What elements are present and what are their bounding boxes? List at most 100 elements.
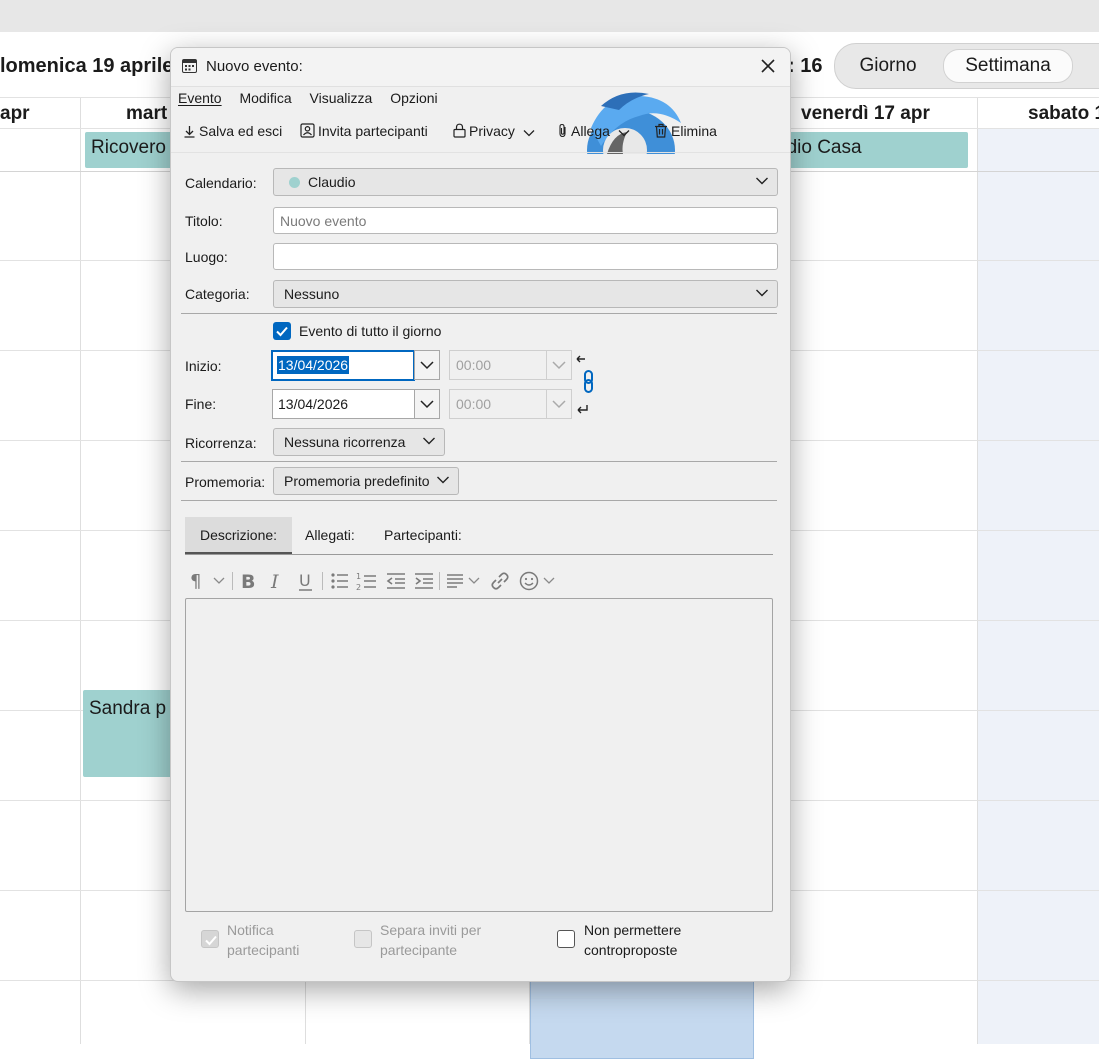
calendar-icon — [182, 59, 197, 73]
invite-attendees-button[interactable]: Invita partecipanti — [300, 123, 428, 139]
view-switcher: Giorno Settimana — [834, 43, 1099, 89]
day-header[interactable]: apr — [0, 103, 30, 125]
close-icon[interactable] — [758, 56, 778, 76]
svg-text:U: U — [299, 571, 311, 590]
calendar-select[interactable]: Claudio — [273, 168, 778, 196]
chevron-down-icon — [437, 476, 449, 484]
menu-visualizza[interactable]: Visualizza — [310, 90, 373, 106]
menu-opzioni[interactable]: Opzioni — [390, 90, 437, 106]
attach-button[interactable]: Allega — [557, 123, 633, 139]
indent-icon[interactable] — [413, 570, 435, 592]
calendar-color-dot — [289, 177, 300, 188]
start-label: Inizio: — [185, 358, 222, 374]
calendar-event[interactable]: Sandra p — [83, 690, 183, 777]
day-header[interactable]: mart — [126, 103, 167, 125]
toolbar-separator — [171, 152, 790, 153]
description-editor[interactable] — [185, 598, 773, 912]
attach-label: Allega — [571, 123, 610, 139]
calendar-value: Claudio — [308, 174, 356, 190]
svg-text:¶: ¶ — [190, 571, 201, 592]
separate-invites-checkbox[interactable] — [354, 930, 372, 948]
chevron-down-icon — [618, 130, 630, 137]
chevron-down-icon — [756, 177, 768, 185]
underline-icon[interactable]: U — [296, 570, 316, 592]
privacy-button[interactable]: Privacy — [453, 123, 538, 139]
form-separator — [181, 500, 777, 501]
italic-icon[interactable]: I — [268, 570, 288, 592]
menu-modifica[interactable]: Modifica — [239, 90, 291, 106]
view-week-button[interactable]: Settimana — [943, 49, 1073, 83]
notify-attendees-checkbox[interactable] — [201, 930, 219, 948]
reminder-label: Promemoria: — [185, 474, 266, 490]
title-input[interactable]: Nuovo evento — [273, 207, 778, 234]
start-date-input[interactable]: 13/04/2026 — [271, 350, 415, 381]
checkmark-icon — [276, 326, 288, 337]
calendar-date-range-title: lomenica 19 aprile — [0, 55, 174, 77]
invite-label: Invita partecipanti — [318, 123, 428, 139]
recurrence-value: Nessuna ricorrenza — [284, 434, 406, 450]
detail-tabs: Descrizione: Allegati: Partecipanti: — [185, 517, 773, 555]
link-times-icon[interactable] — [574, 353, 596, 419]
start-time-input[interactable]: 00:00 — [449, 350, 549, 380]
location-input[interactable] — [273, 243, 778, 270]
paragraph-format-icon[interactable]: ¶ — [189, 570, 229, 592]
end-date-dropdown[interactable] — [414, 389, 440, 419]
end-time-input[interactable]: 00:00 — [449, 389, 549, 419]
reminder-select[interactable]: Promemoria predefinito — [273, 467, 459, 495]
delete-button[interactable]: Elimina — [654, 123, 717, 139]
save-and-close-button[interactable]: Salva ed esci — [183, 123, 282, 139]
download-icon — [184, 126, 195, 138]
menu-evento[interactable]: Evento — [178, 90, 222, 106]
privacy-label: Privacy — [469, 123, 515, 139]
view-day-button[interactable]: Giorno — [843, 50, 933, 82]
thunderbird-logo — [587, 92, 681, 154]
location-label: Luogo: — [185, 249, 228, 265]
dialog-title: Nuovo evento: — [206, 58, 303, 75]
emoji-icon[interactable] — [518, 570, 560, 592]
category-select[interactable]: Nessuno — [273, 280, 778, 308]
tab-attendees[interactable]: Partecipanti: — [369, 517, 477, 553]
disallow-counter-checkbox[interactable] — [557, 930, 575, 948]
day-header[interactable]: venerdì 17 apr — [801, 103, 930, 125]
chevron-down-icon — [552, 400, 566, 409]
dialog-titlebar: Nuovo evento: — [171, 48, 790, 87]
outdent-icon[interactable] — [385, 570, 407, 592]
align-icon[interactable] — [445, 570, 485, 592]
paperclip-icon — [559, 123, 566, 138]
chevron-down-icon — [423, 437, 435, 445]
calendar-event[interactable]: udio Casa — [770, 132, 968, 168]
recurrence-select[interactable]: Nessuna ricorrenza — [273, 428, 445, 456]
end-date-input[interactable]: 13/04/2026 — [272, 389, 415, 419]
lock-icon — [453, 123, 466, 138]
save-label: Salva ed esci — [199, 123, 283, 139]
svg-text:I: I — [270, 571, 279, 592]
notify-attendees-label: Notifica partecipanti — [227, 922, 300, 958]
bullet-list-icon[interactable] — [329, 570, 351, 592]
title-label: Titolo: — [185, 213, 223, 229]
numbered-list-icon[interactable]: 12 — [356, 570, 378, 592]
start-date-dropdown[interactable] — [414, 350, 440, 380]
allday-checkbox[interactable] — [273, 322, 291, 340]
end-label: Fine: — [185, 396, 217, 412]
bold-icon[interactable]: B — [239, 570, 259, 592]
svg-text:B: B — [241, 571, 255, 592]
recurrence-label: Ricorrenza: — [185, 435, 257, 451]
window-top-strip — [0, 0, 1099, 32]
weekend-column — [978, 129, 1099, 1044]
category-label: Categoria: — [185, 286, 250, 302]
chevron-down-icon — [420, 400, 434, 409]
tab-description[interactable]: Descrizione: — [185, 517, 293, 554]
end-time-dropdown[interactable] — [546, 389, 572, 419]
chevron-down-icon — [552, 361, 566, 370]
disallow-counter-label: Non permettere controproposte — [584, 922, 682, 958]
selected-time-slot[interactable] — [530, 977, 754, 1059]
contact-card-icon — [300, 123, 315, 138]
start-time-dropdown[interactable] — [546, 350, 572, 380]
category-value: Nessuno — [284, 286, 340, 302]
trash-icon — [655, 123, 667, 138]
link-icon[interactable] — [489, 570, 511, 592]
tab-attachments[interactable]: Allegati: — [290, 517, 370, 553]
day-header[interactable]: sabato 1 — [1028, 103, 1099, 125]
separate-invites-label: Separa inviti per partecipante — [380, 922, 482, 958]
form-separator — [181, 313, 777, 314]
